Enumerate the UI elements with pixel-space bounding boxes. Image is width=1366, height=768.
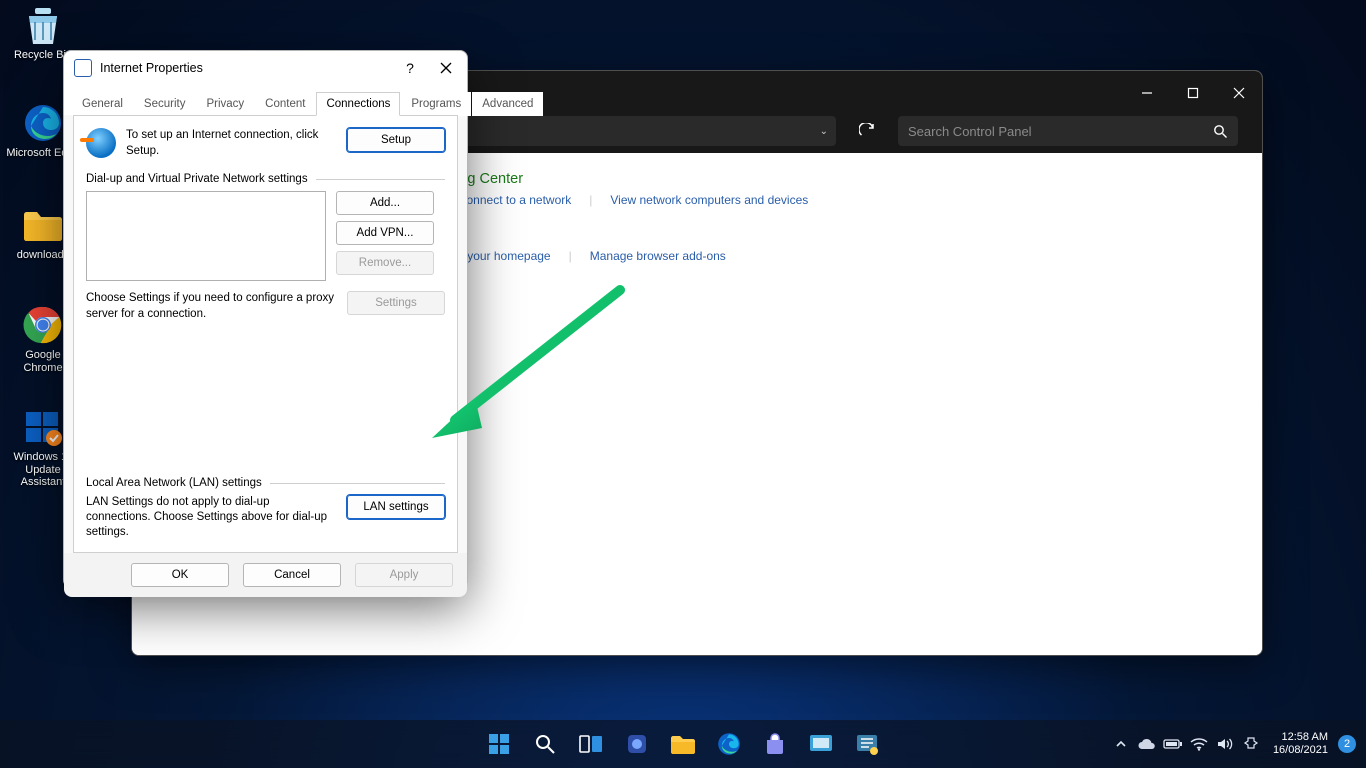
globe-icon bbox=[86, 128, 116, 158]
internet-properties-dialog: Internet Properties ? General Security P… bbox=[63, 50, 468, 588]
internet-options-icon bbox=[74, 59, 92, 77]
search-placeholder: Search Control Panel bbox=[908, 124, 1032, 139]
edge-icon bbox=[22, 102, 64, 144]
taskbar-task-view[interactable] bbox=[570, 725, 612, 763]
tray-overflow-chevron-icon[interactable] bbox=[1111, 734, 1131, 754]
minimize-button[interactable] bbox=[1124, 71, 1170, 115]
taskbar-tray: 12:58 AM 16/08/2021 2 bbox=[1111, 731, 1366, 757]
settings-button: Settings bbox=[347, 291, 445, 315]
link-manage-addons[interactable]: Manage browser add-ons bbox=[590, 249, 726, 263]
dialog-footer: OK Cancel Apply bbox=[64, 553, 467, 597]
tab-advanced[interactable]: Advanced bbox=[472, 92, 543, 116]
add-button[interactable]: Add... bbox=[336, 191, 434, 215]
lan-settings-button[interactable]: LAN settings bbox=[347, 495, 445, 519]
remove-button: Remove... bbox=[336, 251, 434, 275]
taskbar-app-1[interactable] bbox=[800, 725, 842, 763]
tab-general[interactable]: General bbox=[72, 92, 133, 116]
close-button[interactable] bbox=[1216, 71, 1262, 115]
apply-button: Apply bbox=[355, 563, 453, 587]
section-heading: Internet Options bbox=[332, 227, 1262, 243]
add-vpn-button[interactable]: Add VPN... bbox=[336, 221, 434, 245]
tab-privacy[interactable]: Privacy bbox=[196, 92, 254, 116]
tab-connections[interactable]: Connections bbox=[316, 92, 400, 116]
clock-time: 12:58 AM bbox=[1273, 731, 1328, 744]
taskbar-edge[interactable] bbox=[708, 725, 750, 763]
tray-volume-icon[interactable] bbox=[1215, 734, 1235, 754]
taskbar: 12:58 AM 16/08/2021 2 bbox=[0, 720, 1366, 768]
refresh-button[interactable] bbox=[846, 116, 888, 146]
close-button[interactable] bbox=[431, 55, 461, 81]
recycle-bin-icon bbox=[22, 4, 64, 46]
folder-icon bbox=[22, 204, 64, 246]
lan-description: LAN Settings do not apply to dial-up con… bbox=[86, 495, 337, 540]
help-button[interactable]: ? bbox=[395, 55, 425, 81]
link-view-network[interactable]: View network computers and devices bbox=[610, 193, 808, 207]
link-connect-network[interactable]: Connect to a network bbox=[458, 193, 571, 207]
tab-content[interactable]: Content bbox=[255, 92, 315, 116]
chrome-icon bbox=[22, 304, 64, 346]
dun-listbox[interactable] bbox=[86, 191, 326, 281]
search-icon[interactable] bbox=[1213, 124, 1228, 139]
tray-onedrive-icon[interactable] bbox=[1137, 734, 1157, 754]
section-links: e Internet | Change your homepage | Mana… bbox=[332, 249, 1262, 263]
chevron-down-icon[interactable]: ⌄ bbox=[820, 126, 828, 137]
taskbar-widgets[interactable] bbox=[616, 725, 658, 763]
dun-group-title: Dial-up and Virtual Private Network sett… bbox=[86, 173, 445, 185]
taskbar-store[interactable] bbox=[754, 725, 796, 763]
connections-tab-content: To set up an Internet connection, click … bbox=[73, 115, 458, 553]
start-button[interactable] bbox=[478, 725, 520, 763]
section-heading: Network aand Sharing Center bbox=[332, 171, 1262, 187]
lan-group-title: Local Area Network (LAN) settings bbox=[86, 477, 445, 489]
taskbar-center-items bbox=[478, 725, 888, 763]
setup-description: To set up an Internet connection, click … bbox=[126, 128, 337, 159]
dialog-tabs: General Security Privacy Content Connect… bbox=[64, 85, 467, 115]
settings-description: Choose Settings if you need to configure… bbox=[86, 291, 337, 322]
ok-button[interactable]: OK bbox=[131, 563, 229, 587]
dialog-title: Internet Properties bbox=[100, 61, 203, 75]
setup-button[interactable]: Setup bbox=[347, 128, 445, 152]
taskbar-explorer[interactable] bbox=[662, 725, 704, 763]
tab-security[interactable]: Security bbox=[134, 92, 196, 116]
taskbar-search[interactable] bbox=[524, 725, 566, 763]
cancel-button[interactable]: Cancel bbox=[243, 563, 341, 587]
notification-badge[interactable]: 2 bbox=[1338, 735, 1356, 753]
tray-wifi-icon[interactable] bbox=[1189, 734, 1209, 754]
control-panel-search[interactable]: Search Control Panel bbox=[898, 116, 1238, 146]
tab-programs[interactable]: Programs bbox=[401, 92, 471, 116]
clock-date: 16/08/2021 bbox=[1273, 744, 1328, 757]
section-links: status and tasks | Connect to a network … bbox=[332, 193, 1262, 207]
tray-power-icon[interactable] bbox=[1241, 734, 1261, 754]
taskbar-app-2[interactable] bbox=[846, 725, 888, 763]
section-links: ng history and cookies bbox=[332, 283, 1262, 297]
dialog-titlebar[interactable]: Internet Properties ? bbox=[64, 51, 467, 85]
tray-battery-icon[interactable] bbox=[1163, 734, 1183, 754]
windows-update-icon bbox=[22, 406, 64, 448]
taskbar-clock[interactable]: 12:58 AM 16/08/2021 bbox=[1273, 731, 1328, 757]
maximize-button[interactable] bbox=[1170, 71, 1216, 115]
